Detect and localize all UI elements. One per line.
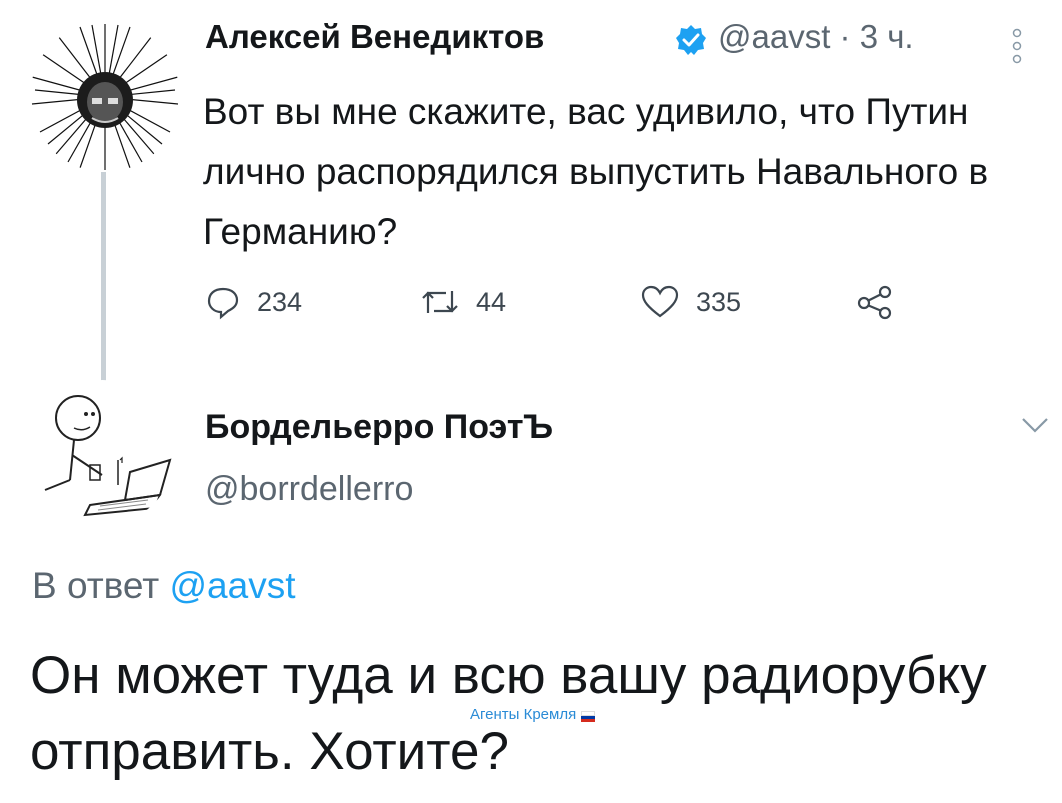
watermark: Агенты Кремля (470, 706, 596, 723)
retweet-button[interactable]: 44 (420, 282, 506, 322)
spiky-hair-portrait-icon (30, 22, 180, 172)
retweet-count: 44 (476, 286, 507, 317)
tweet-text: Вот вы мне скажите, вас удивило, что Пут… (203, 91, 989, 252)
retweet-icon (422, 291, 458, 313)
share-icon (857, 285, 892, 320)
reply-icon (207, 287, 239, 320)
like-count: 335 (696, 286, 742, 317)
like-button[interactable]: 335 (640, 282, 741, 322)
verified-badge-icon (675, 24, 707, 56)
more-options-icon[interactable] (1010, 26, 1024, 66)
share-button[interactable] (855, 282, 895, 322)
author-name[interactable]: Алексей Венедиктов (205, 18, 544, 56)
thread-connector-line (101, 172, 106, 382)
author-handle-time[interactable]: @aavst · 3 ч. (718, 18, 914, 56)
avatar-borrdellerro[interactable] (30, 380, 175, 525)
reply-author-name[interactable]: Бордельерро ПоэтЪ (205, 408, 553, 447)
chevron-down-icon[interactable] (1020, 412, 1050, 438)
reply-author-handle[interactable]: @borrdellerro (205, 470, 413, 509)
russian-flag-icon (581, 711, 596, 722)
reply-count: 234 (257, 286, 303, 317)
reply-to-mention-link[interactable]: @aavst (170, 565, 296, 606)
heart-icon (641, 285, 679, 318)
avatar-aavst[interactable] (30, 22, 180, 172)
reply-button[interactable]: 234 (205, 282, 302, 322)
reply-to-line: В ответ @aavst (32, 565, 296, 607)
reply-to-prefix: В ответ (32, 565, 170, 606)
stickman-laptop-icon (30, 380, 175, 525)
watermark-text: Агенты Кремля (470, 706, 577, 723)
